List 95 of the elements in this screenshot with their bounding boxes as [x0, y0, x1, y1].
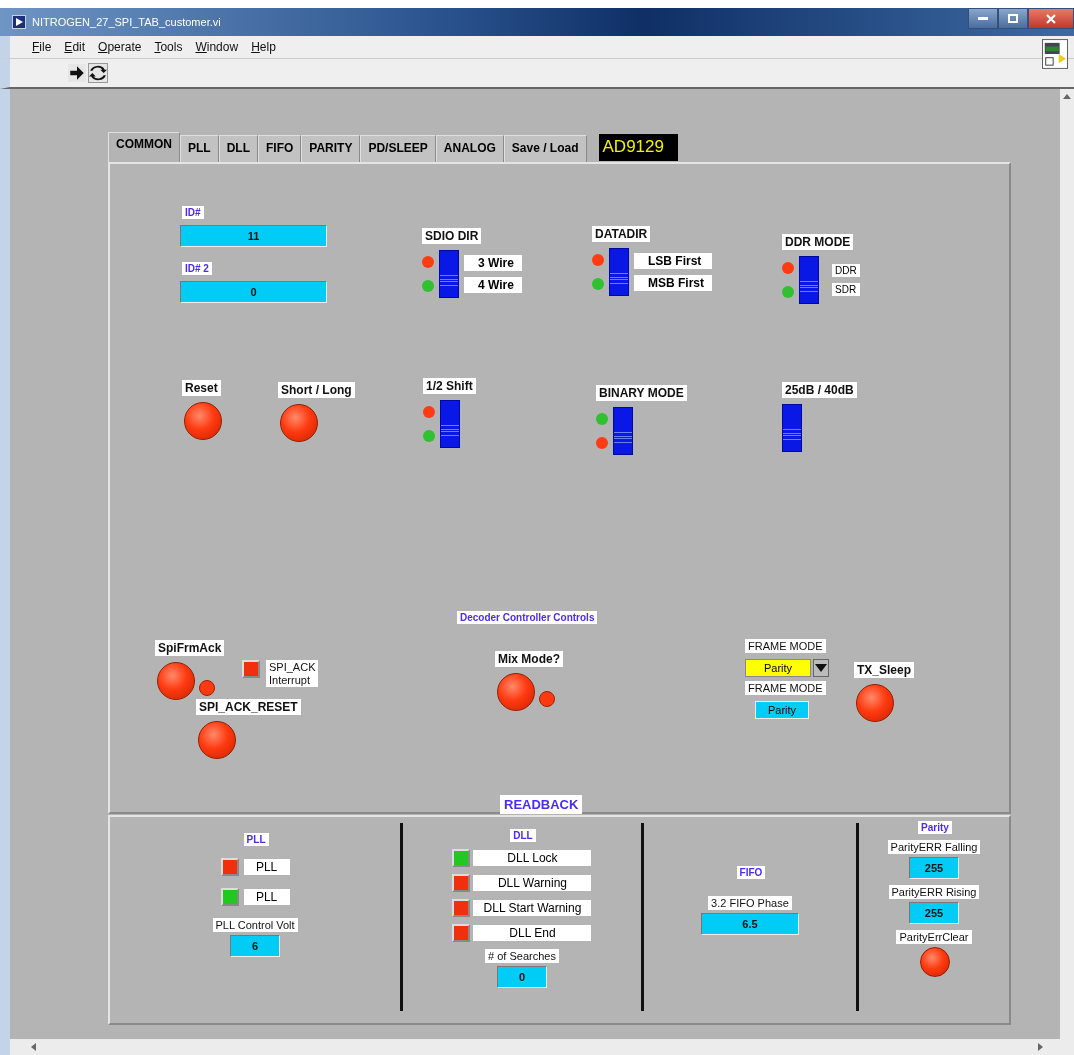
option-label: MSB First — [634, 275, 712, 291]
led-label: PLL — [243, 859, 290, 875]
toggle-switch[interactable] — [799, 256, 819, 304]
control-label: FRAME MODE — [745, 681, 826, 695]
section-title: Parity — [918, 821, 952, 834]
control-label: TX_Sleep — [854, 662, 915, 678]
maximize-button[interactable] — [998, 8, 1028, 29]
menu-item[interactable]: Tools — [154, 40, 183, 54]
section-heading: Decoder Controller Controls — [457, 611, 598, 624]
round-button[interactable] — [280, 404, 318, 442]
control-label: # of Searches — [485, 949, 559, 963]
control-label: Reset — [182, 380, 221, 396]
numeric-indicator: 6 — [230, 935, 281, 957]
horizontal-scrollbar[interactable] — [0, 1039, 1074, 1055]
option-label: SDR — [832, 283, 860, 296]
control-label: Short / Long — [278, 382, 355, 398]
round-button[interactable] — [497, 673, 535, 711]
menu-item[interactable]: File — [32, 40, 52, 54]
tab[interactable]: Save / Load — [503, 135, 587, 162]
numeric-indicator: 0 — [497, 966, 547, 988]
numeric-field[interactable]: 0 — [180, 281, 327, 303]
run-continuously-icon[interactable] — [88, 63, 108, 83]
round-button[interactable] — [157, 662, 195, 700]
control-label: 25dB / 40dB — [782, 382, 857, 398]
option-label: 3 Wire — [464, 255, 522, 271]
maximize-icon — [1008, 14, 1018, 23]
control-label: ParityErrClear — [896, 930, 972, 944]
round-button[interactable] — [856, 684, 894, 722]
numeric-indicator: 255 — [909, 902, 959, 924]
round-button[interactable] — [198, 721, 236, 759]
section-title: PLL — [243, 833, 269, 846]
device-label: AD9129 — [598, 134, 678, 161]
menu-item[interactable]: Edit — [64, 40, 86, 54]
scroll-right-icon[interactable] — [1038, 1043, 1044, 1051]
control-label: PLL Control Volt — [212, 918, 298, 932]
minimize-button[interactable] — [968, 8, 998, 29]
control-label: SPI_ACK_RESET — [196, 699, 301, 715]
control-label: FRAME MODE — [745, 639, 826, 653]
toggle-switch[interactable] — [440, 400, 460, 448]
led-label: DLL Start Warning — [473, 900, 592, 916]
control-label: Mix Mode? — [495, 651, 563, 667]
led-label: DLL End — [473, 925, 592, 941]
control-label: DATADIR — [592, 226, 651, 242]
vi-connector-icon — [1042, 39, 1068, 69]
led-label: PLL — [243, 889, 290, 905]
control-label: 1/2 Shift — [423, 378, 476, 394]
control-label: ID# 2 — [182, 262, 212, 275]
toggle-switch[interactable] — [613, 407, 633, 455]
section-title: FIFO — [736, 865, 766, 879]
control-label: 3.2 FIFO Phase — [708, 895, 792, 910]
menu-item[interactable]: Operate — [98, 40, 142, 54]
control-label: ParityERR Rising — [888, 885, 980, 899]
round-button[interactable] — [919, 947, 950, 977]
tab[interactable]: PD/SLEEP — [360, 135, 436, 162]
value-indicator: Parity — [755, 701, 810, 719]
control-label: DDR MODE — [782, 234, 854, 250]
tab[interactable]: PLL — [180, 135, 219, 162]
control-label: SpiFrmAck — [155, 640, 225, 656]
scroll-left-icon[interactable] — [30, 1043, 36, 1051]
tab[interactable]: FIFO — [258, 135, 302, 162]
control-label: ID# — [182, 206, 204, 219]
round-button[interactable] — [184, 402, 222, 440]
square-led[interactable] — [242, 660, 260, 678]
led-label: DLL Lock — [473, 850, 592, 866]
window-title: NITROGEN_27_SPI_TAB_customer.vi — [32, 16, 221, 28]
control-label: SPI_ACK Interrupt — [266, 660, 319, 688]
option-label: DDR — [832, 264, 860, 277]
app-icon — [12, 15, 26, 29]
scroll-up-icon[interactable] — [1063, 93, 1071, 99]
numeric-field[interactable]: 11 — [180, 225, 327, 247]
section-heading: READBACK — [500, 795, 583, 814]
toggle-switch[interactable] — [609, 248, 629, 296]
section-title: DLL — [510, 829, 536, 842]
control-label: ParityERR Falling — [887, 840, 981, 854]
close-button[interactable] — [1028, 8, 1074, 29]
toggle-switch[interactable] — [782, 404, 802, 452]
control-label: BINARY MODE — [596, 385, 687, 401]
run-arrow-icon[interactable] — [68, 64, 86, 82]
option-label: 4 Wire — [464, 277, 522, 293]
menu-item[interactable]: Window — [195, 40, 239, 54]
vertical-scrollbar[interactable] — [1060, 89, 1074, 1039]
minimize-icon — [978, 16, 988, 21]
numeric-indicator: 6.5 — [700, 912, 799, 935]
led-label: DLL Warning — [473, 875, 592, 891]
option-label: LSB First — [634, 253, 712, 269]
numeric-indicator: 255 — [909, 857, 959, 879]
toggle-switch[interactable] — [439, 250, 459, 298]
tab[interactable]: COMMON — [108, 132, 180, 162]
caret-icon — [813, 659, 830, 677]
tab[interactable]: ANALOG — [435, 135, 504, 162]
tab[interactable]: DLL — [218, 135, 258, 162]
tab[interactable]: PARITY — [301, 135, 361, 162]
menu-item[interactable]: Help — [251, 40, 276, 54]
control-label: SDIO DIR — [422, 228, 482, 244]
close-icon — [1046, 13, 1056, 24]
